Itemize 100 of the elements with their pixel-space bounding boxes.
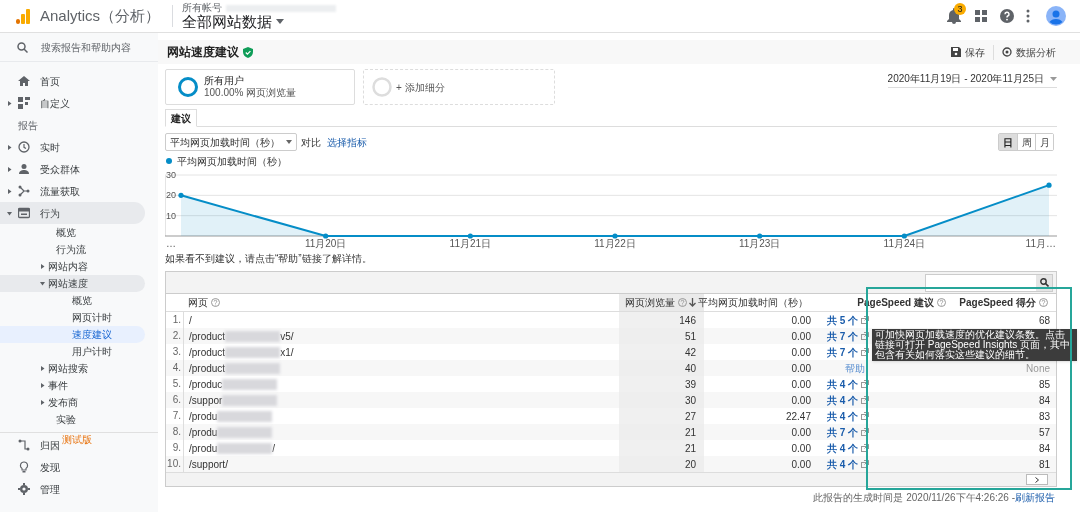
help-icon[interactable] [1000, 9, 1014, 23]
suggestions-link[interactable]: 共 5 个 [827, 312, 859, 328]
external-link-icon[interactable] [861, 348, 870, 356]
nav-item[interactable]: 流量获取 [0, 180, 145, 202]
suggestions-link[interactable]: 共 4 个 [827, 408, 859, 424]
collapsed-caret-icon[interactable] [6, 166, 12, 172]
collapsed-caret-icon[interactable] [6, 100, 12, 106]
external-link-icon[interactable] [861, 380, 870, 388]
data-point [901, 233, 907, 239]
x-tick-label: 11月22日 [594, 238, 636, 249]
nav-item[interactable]: 概览 [0, 224, 145, 241]
external-link-icon[interactable] [861, 332, 870, 340]
search-field[interactable]: 搜索报告和帮助内容 [41, 38, 153, 56]
redaction-block [222, 394, 278, 406]
expanded-caret-icon[interactable] [40, 281, 45, 286]
table-cell-text: 0.00 [791, 329, 811, 344]
nav-item[interactable]: 用户计时 [0, 343, 145, 360]
column-header[interactable]: 网页 [188, 295, 208, 310]
nav-item[interactable]: 网站速度 [0, 275, 145, 292]
report-tab[interactable]: 建议 [165, 109, 197, 127]
nav-item[interactable]: 速度建议 [0, 326, 145, 343]
nav-item[interactable]: 行为流 [0, 241, 145, 258]
collapsed-caret-icon[interactable] [40, 366, 45, 371]
date-range-picker[interactable]: 2020年11月19日 - 2020年11月25日 [887, 71, 1057, 88]
save-button[interactable]: 保存 [951, 44, 985, 60]
suggestions-link[interactable]: 共 7 个 [827, 328, 859, 344]
period-button[interactable]: 日 [999, 134, 1017, 150]
nav-item[interactable]: 实验 [0, 411, 145, 428]
metric-dropdown[interactable]: 平均网页加载时间（秒） [165, 133, 297, 151]
attribution-icon [18, 439, 30, 451]
nav-item[interactable]: 行为 [0, 202, 145, 224]
suggestions-link[interactable]: 共 4 个 [827, 392, 859, 408]
nav-item[interactable]: 归因 测试版 [0, 434, 158, 456]
nav-item[interactable]: 管理 [0, 478, 158, 500]
data-point [1046, 182, 1052, 188]
nav-item[interactable]: 首页 [0, 70, 145, 92]
table-cell-text: 21 [684, 441, 696, 456]
external-link-icon[interactable] [861, 444, 870, 452]
suggestions-link[interactable]: 共 4 个 [827, 440, 859, 456]
redaction-block [225, 346, 281, 358]
suggestions-link[interactable]: 共 4 个 [827, 376, 859, 392]
period-button[interactable]: 月 [1035, 134, 1053, 150]
select-metric-link[interactable]: 选择指标 [327, 134, 367, 150]
property-selector[interactable]: 全部网站数据 [182, 14, 337, 29]
table-cell-text: 0.00 [791, 425, 811, 440]
branch-icon [18, 185, 30, 197]
nav-item[interactable]: 网站搜索 [0, 360, 145, 377]
dashboard-icon [18, 97, 30, 109]
external-link-icon[interactable] [861, 460, 870, 468]
data-point [467, 233, 473, 239]
x-tick-label: … [166, 238, 176, 249]
nav-item[interactable]: 自定义 [0, 92, 145, 114]
table-cell-text: 30 [684, 393, 696, 408]
expanded-caret-icon[interactable] [6, 210, 12, 216]
more-menu-icon[interactable] [1026, 9, 1030, 23]
suggestions-link[interactable]: 共 7 个 [827, 344, 859, 360]
column-header[interactable]: 平均网页加载时间（秒） [698, 295, 808, 310]
collapsed-caret-icon[interactable] [40, 400, 45, 405]
page-path: /produ [188, 409, 218, 424]
dropdown-caret-icon [1050, 76, 1057, 81]
x-tick-label: 11月… [1025, 238, 1056, 249]
suggestions-link[interactable]: 共 4 个 [827, 456, 859, 472]
collapsed-caret-icon[interactable] [40, 264, 45, 269]
redaction-block [225, 362, 281, 374]
nav-item[interactable]: 事件 [0, 377, 145, 394]
page-path: / [188, 313, 192, 328]
explore-button[interactable]: 数据分析 [993, 44, 1056, 60]
nav-item[interactable]: 网页计时 [0, 309, 145, 326]
table-cell-text: 51 [684, 329, 696, 344]
page-path: v5/ [280, 329, 294, 344]
nav-item[interactable]: 发布商 [0, 394, 145, 411]
redaction-block [217, 410, 273, 422]
collapsed-caret-icon[interactable] [6, 188, 12, 194]
external-link-icon[interactable] [861, 316, 870, 324]
nav-item[interactable]: 实时 [0, 136, 145, 158]
page-path: /produ [188, 441, 218, 456]
collapsed-caret-icon[interactable] [40, 383, 45, 388]
collapsed-caret-icon[interactable] [6, 144, 12, 150]
page-path: /support/ [188, 457, 228, 472]
dropdown-caret-icon [276, 19, 285, 24]
account-avatar-icon[interactable] [1046, 6, 1066, 26]
nav-item[interactable]: 网站内容 [0, 258, 145, 275]
compare-label: 对比 [301, 135, 321, 150]
y-tick-label: 10 [166, 210, 176, 221]
segment-card[interactable]: 所有用户 100.00% 网页浏览量 [165, 69, 355, 105]
apps-grid-icon[interactable] [975, 10, 987, 22]
refresh-report-link[interactable]: 刷新报告 [1015, 490, 1055, 505]
external-link-icon[interactable] [861, 412, 870, 420]
next-page-button[interactable] [1026, 474, 1048, 485]
table-cell-text: 0.00 [791, 457, 811, 472]
external-link-icon[interactable] [861, 428, 870, 436]
nav-item[interactable]: 受众群体 [0, 158, 145, 180]
add-segment-button[interactable]: + 添加细分 [363, 69, 555, 105]
column-header[interactable]: PageSpeed 得分 [959, 295, 1036, 310]
verified-shield-icon [243, 46, 253, 58]
nav-item[interactable]: 发现 [0, 456, 158, 478]
nav-item[interactable]: 概览 [0, 292, 145, 309]
external-link-icon[interactable] [861, 396, 870, 404]
segment-ring-icon [178, 77, 198, 97]
suggestions-link[interactable]: 共 7 个 [827, 424, 859, 440]
